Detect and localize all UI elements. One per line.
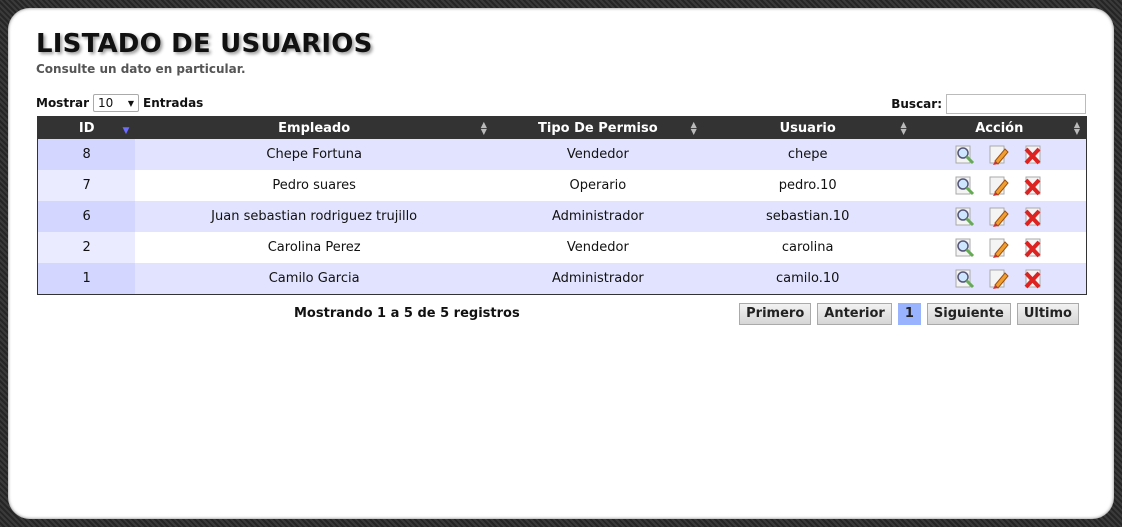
column-header-usuario[interactable]: Usuario ▲ ▼ xyxy=(702,116,913,139)
next-page-button[interactable]: Siguiente xyxy=(926,303,1011,325)
cell-usuario: carolina xyxy=(702,232,913,263)
sort-descending-icon: ▼ xyxy=(122,126,130,136)
sort-both-icon: ▲ ▼ xyxy=(900,120,907,136)
cell-id: 6 xyxy=(37,201,136,232)
delete-icon[interactable] xyxy=(1022,206,1044,228)
edit-icon[interactable] xyxy=(988,175,1010,197)
edit-icon[interactable] xyxy=(988,237,1010,259)
pagination: Primero Anterior 1 Siguiente Ultimo xyxy=(739,303,1079,325)
last-page-button[interactable]: Ultimo xyxy=(1016,303,1079,325)
column-header-empleado[interactable]: Empleado ▲ ▼ xyxy=(135,116,493,139)
table-header-row: ID ▼ Empleado ▲ ▼ Tipo De Permiso ▲ ▼ Usuario… xyxy=(37,116,1087,139)
table-row: 2 Carolina Perez Vendedor carolina xyxy=(37,232,1087,263)
table-row: 6 Juan sebastian rodriguez trujillo Admi… xyxy=(37,201,1087,232)
length-control: Mostrar 10 ▼ Entradas xyxy=(36,94,203,112)
users-table: ID ▼ Empleado ▲ ▼ Tipo De Permiso ▲ ▼ Usuario… xyxy=(37,116,1087,295)
cell-id: 7 xyxy=(37,170,136,201)
cell-actions xyxy=(912,170,1087,201)
cell-empleado: Chepe Fortuna xyxy=(135,139,493,170)
cell-empleado: Juan sebastian rodriguez trujillo xyxy=(135,201,493,232)
edit-icon[interactable] xyxy=(988,268,1010,290)
sort-both-icon: ▲ ▼ xyxy=(1073,120,1080,136)
page-subtitle: Consulte un dato en particular. xyxy=(36,62,246,76)
view-icon[interactable] xyxy=(954,206,976,228)
table-row: 1 Camilo Garcia Administrador camilo.10 xyxy=(37,263,1087,295)
entries-select-value: 10 xyxy=(98,96,114,110)
cell-actions xyxy=(912,201,1087,232)
sort-both-icon: ▲ ▼ xyxy=(690,120,697,136)
page-1-button[interactable]: 1 xyxy=(897,303,921,325)
cell-permiso: Vendedor xyxy=(492,232,703,263)
column-header-accion[interactable]: Acción ▲ ▼ xyxy=(912,116,1087,139)
page-title: LISTADO DE USUARIOS xyxy=(36,29,373,59)
delete-icon[interactable] xyxy=(1022,175,1044,197)
length-prefix-label: Mostrar xyxy=(36,96,89,110)
cell-actions xyxy=(912,139,1087,170)
search-label: Buscar: xyxy=(891,97,942,111)
first-page-button[interactable]: Primero xyxy=(739,303,812,325)
cell-usuario: chepe xyxy=(702,139,913,170)
edit-icon[interactable] xyxy=(988,144,1010,166)
cell-id: 2 xyxy=(37,232,136,263)
view-icon[interactable] xyxy=(954,144,976,166)
cell-id: 8 xyxy=(37,139,136,170)
cell-empleado: Camilo Garcia xyxy=(135,263,493,295)
entries-select[interactable]: 10 ▼ xyxy=(93,94,139,112)
cell-permiso: Administrador xyxy=(492,263,703,295)
sort-both-icon: ▲ ▼ xyxy=(480,120,487,136)
cell-permiso: Administrador xyxy=(492,201,703,232)
view-icon[interactable] xyxy=(954,237,976,259)
table-row: 8 Chepe Fortuna Vendedor chepe xyxy=(37,139,1087,170)
cell-permiso: Vendedor xyxy=(492,139,703,170)
cell-usuario: sebastian.10 xyxy=(702,201,913,232)
cell-id: 1 xyxy=(37,263,136,295)
cell-actions xyxy=(912,263,1087,295)
chevron-down-icon: ▼ xyxy=(127,98,134,108)
cell-permiso: Operario xyxy=(492,170,703,201)
view-icon[interactable] xyxy=(954,175,976,197)
cell-usuario: pedro.10 xyxy=(702,170,913,201)
cell-usuario: camilo.10 xyxy=(702,263,913,295)
table-row: 7 Pedro suares Operario pedro.10 xyxy=(37,170,1087,201)
delete-icon[interactable] xyxy=(1022,237,1044,259)
edit-icon[interactable] xyxy=(988,206,1010,228)
table-info: Mostrando 1 a 5 de 5 registros xyxy=(294,306,520,321)
cell-empleado: Pedro suares xyxy=(135,170,493,201)
main-panel: LISTADO DE USUARIOS Consulte un dato en … xyxy=(8,8,1114,519)
previous-page-button[interactable]: Anterior xyxy=(817,303,892,325)
column-header-id[interactable]: ID ▼ xyxy=(37,116,136,139)
length-suffix-label: Entradas xyxy=(143,96,204,110)
view-icon[interactable] xyxy=(954,268,976,290)
column-header-permiso[interactable]: Tipo De Permiso ▲ ▼ xyxy=(492,116,703,139)
search-input[interactable] xyxy=(946,94,1086,114)
cell-empleado: Carolina Perez xyxy=(135,232,493,263)
cell-actions xyxy=(912,232,1087,263)
delete-icon[interactable] xyxy=(1022,268,1044,290)
delete-icon[interactable] xyxy=(1022,144,1044,166)
search-control: Buscar: xyxy=(891,94,1086,114)
